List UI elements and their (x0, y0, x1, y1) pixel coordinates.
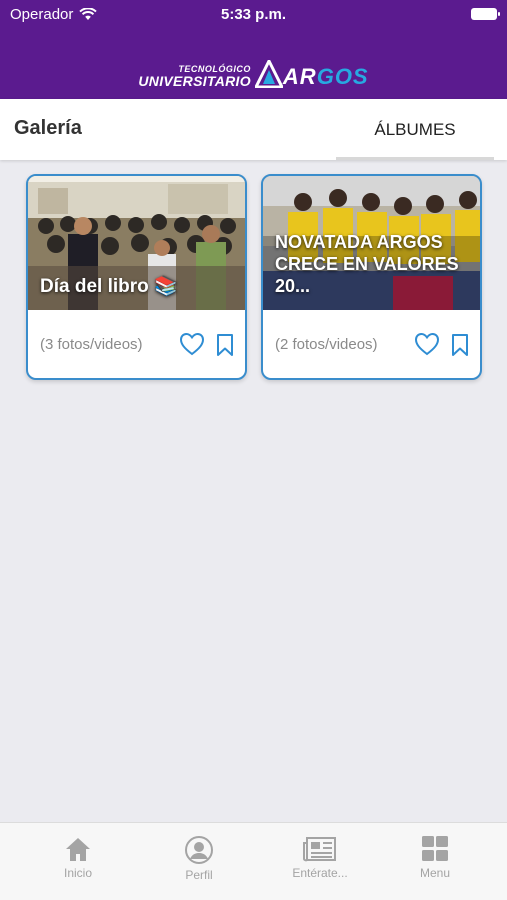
logo-text: TECNOLÓGICO UNIVERSITARIO (138, 65, 251, 89)
bookmark-icon[interactable] (450, 333, 470, 357)
tab-label: Entérate... (292, 866, 348, 880)
tab-label: Menu (419, 866, 451, 880)
heart-icon[interactable] (179, 332, 205, 356)
bottom-tab-bar: Inicio Perfil Entérate... Menu (0, 822, 507, 900)
logo-mark-icon (254, 60, 283, 88)
brand-ar: AR (282, 64, 317, 89)
gallery-tabbar: Galería ÁLBUMES (0, 99, 507, 160)
clock: 5:33 p.m. (220, 6, 287, 23)
bookmark-icon[interactable] (215, 333, 235, 357)
battery-icon (471, 8, 500, 20)
tab-albums[interactable]: ÁLBUMES (336, 99, 494, 160)
heart-icon[interactable] (414, 332, 440, 356)
album-cover-image[interactable]: NOVATADA ARGOS CRECE EN VALORES 20... (263, 176, 480, 310)
argos-logo: TECNOLÓGICO UNIVERSITARIO ARGOS (0, 54, 507, 88)
album-count: (3 fotos/videos) (40, 336, 143, 353)
album-count: (2 fotos/videos) (275, 336, 378, 353)
status-bar: Operador 5:33 p.m. (0, 0, 507, 30)
tab-enterate[interactable]: Entérate... (260, 835, 380, 880)
brand-gos: GOS (316, 64, 369, 89)
app-header: Operador 5:33 p.m. TECNOLÓGICO UNIVERSIT… (0, 0, 507, 99)
album-title: NOVATADA ARGOS CRECE EN VALORES 20... (275, 232, 459, 297)
tab-inicio[interactable]: Inicio (18, 835, 138, 880)
tab-perfil[interactable]: Perfil (139, 835, 259, 882)
tab-menu[interactable]: Menu (375, 835, 495, 880)
album-title: Día del libro 📚 (40, 275, 178, 297)
tab-label: Inicio (63, 866, 92, 880)
album-card[interactable]: NOVATADA ARGOS CRECE EN VALORES 20... (2… (261, 174, 482, 380)
album-cover-image[interactable]: Día del libro 📚 (28, 176, 245, 310)
brand-name: ARGOS (283, 66, 369, 88)
album-card[interactable]: Día del libro 📚 (3 fotos/videos) (26, 174, 247, 380)
page-title: Galería (14, 117, 82, 139)
tab-label: Perfil (185, 868, 213, 882)
profile-icon (185, 836, 213, 864)
home-icon (66, 838, 90, 861)
logo-line2: UNIVERSITARIO (138, 73, 251, 89)
grid-icon (422, 836, 448, 861)
newspaper-icon (303, 837, 336, 862)
